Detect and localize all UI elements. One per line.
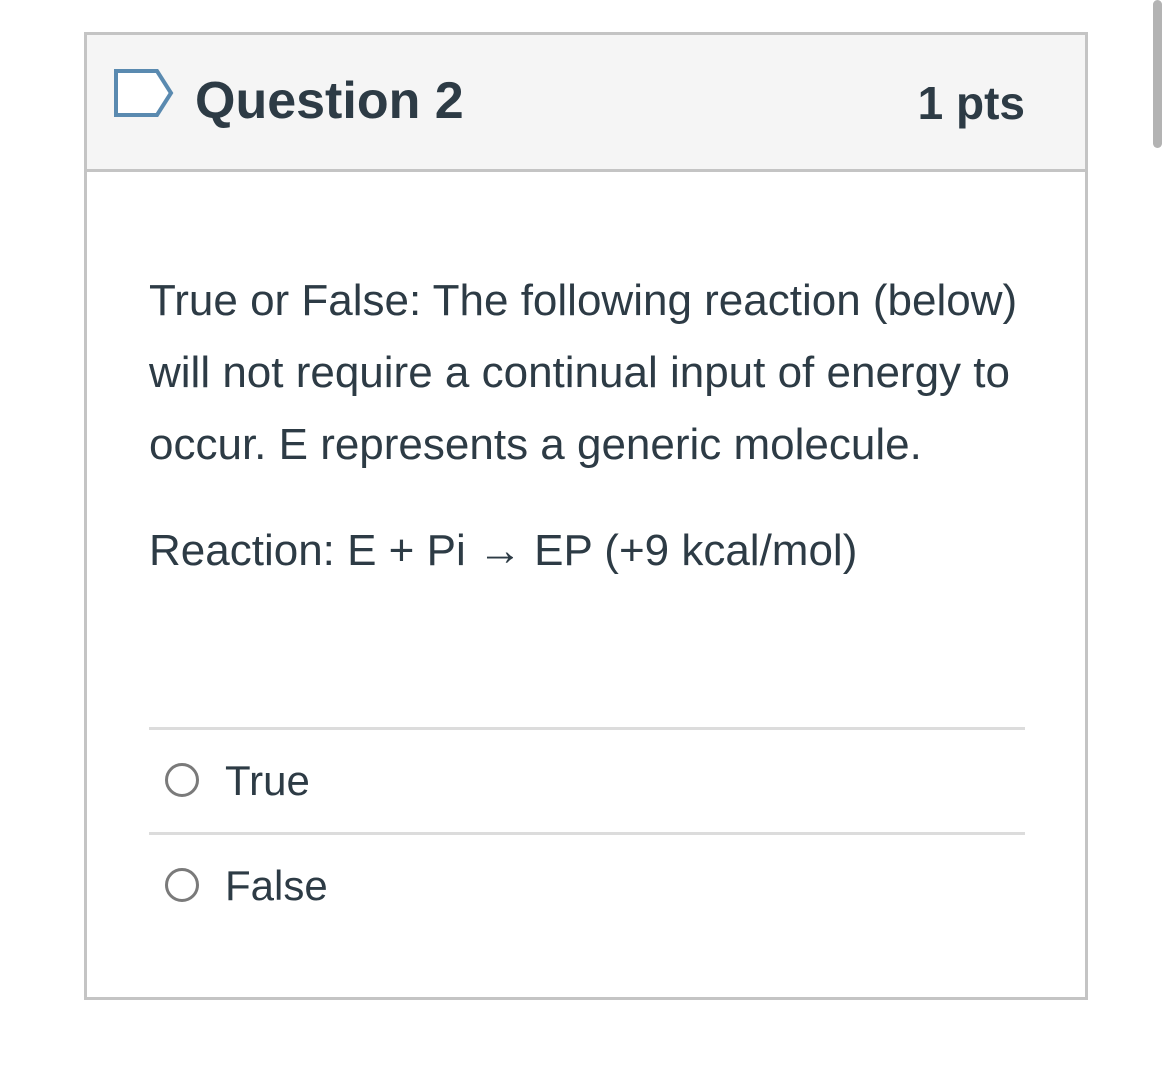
question-text: True or False: The following reaction (b…: [149, 276, 1018, 469]
answer-list: True False: [149, 727, 1025, 937]
answer-label-false[interactable]: False: [225, 859, 328, 913]
answer-label-true[interactable]: True: [225, 754, 310, 808]
reaction-text: Reaction: E + Pi → EP (+9 kcal/mol): [149, 526, 858, 575]
question-header: Question 2 1 pts: [87, 35, 1085, 172]
radio-button-false[interactable]: [165, 868, 199, 902]
question-title: Question 2: [195, 72, 464, 130]
question-points: 1 pts: [917, 77, 1025, 129]
question-body: True or False: The following reaction (b…: [149, 265, 1029, 581]
question-card: Question 2 1 pts True or False: The foll…: [84, 32, 1088, 1000]
flag-outline-icon[interactable]: [113, 68, 175, 118]
answer-option-true[interactable]: True: [149, 727, 1025, 832]
answer-option-false[interactable]: False: [149, 832, 1025, 937]
radio-button-true[interactable]: [165, 763, 199, 797]
scrollbar[interactable]: [1153, 0, 1162, 148]
quiz-page: Question 2 1 pts True or False: The foll…: [0, 0, 1170, 1078]
